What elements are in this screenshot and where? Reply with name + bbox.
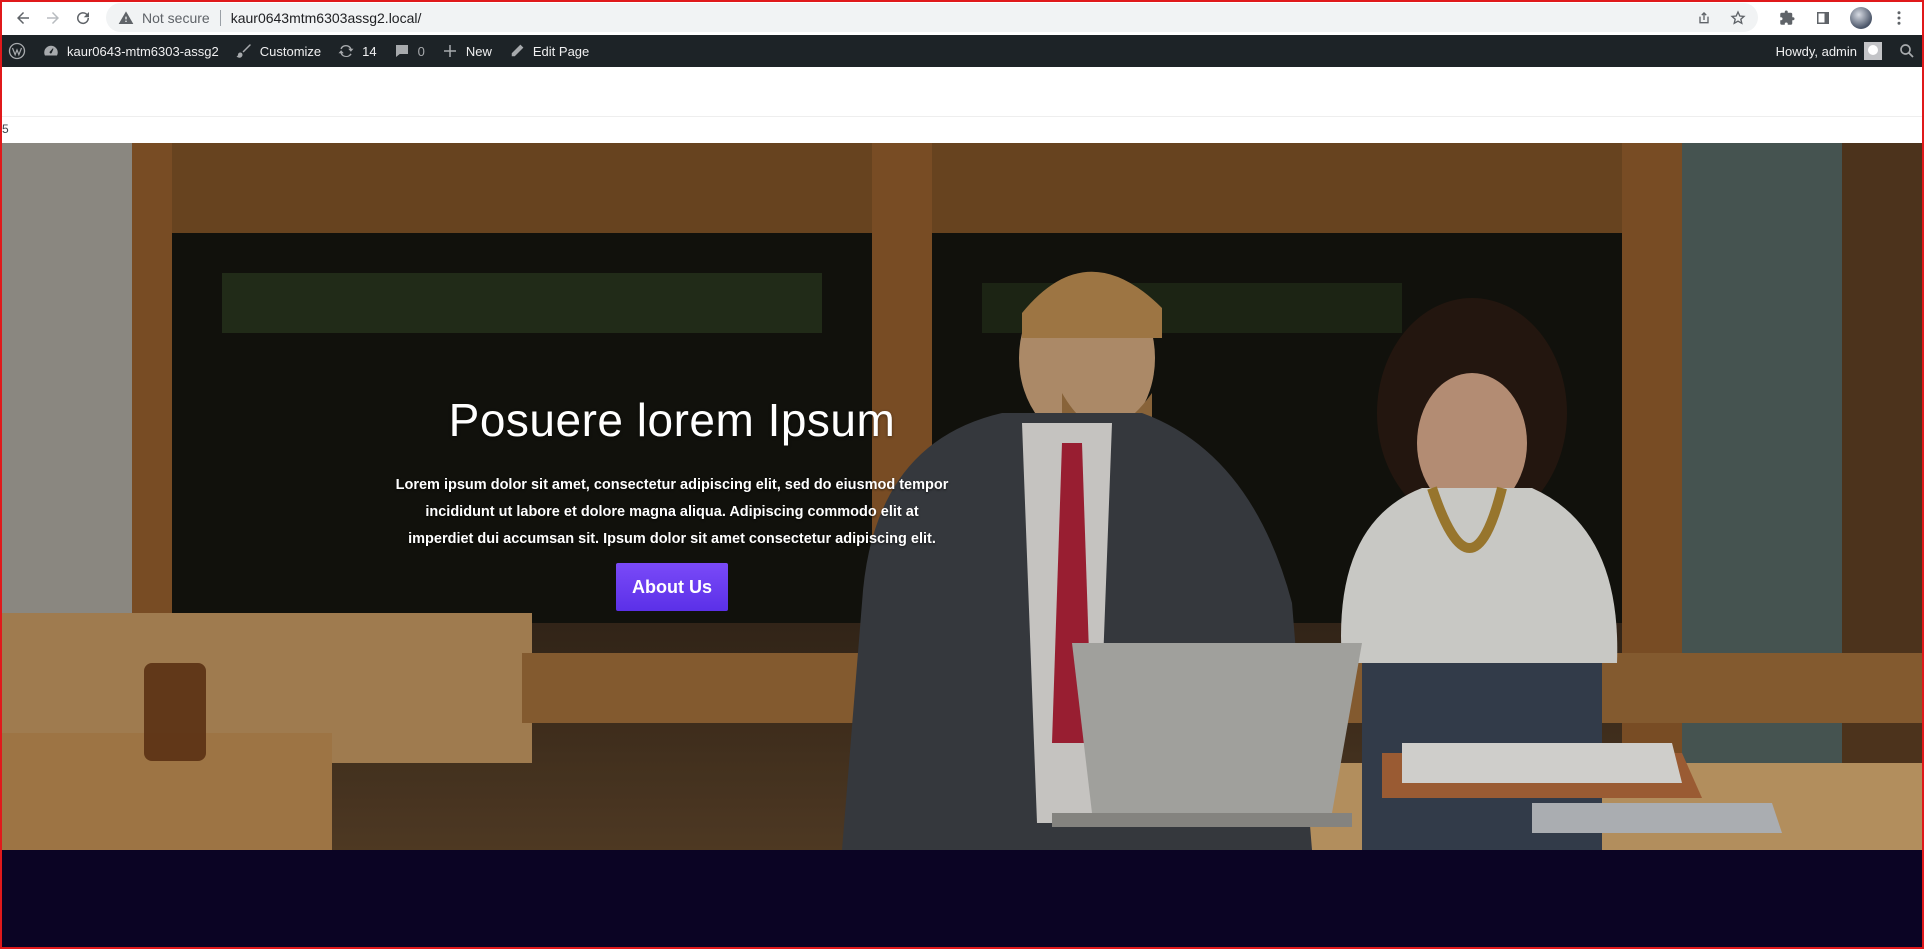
hero-title: Posuere lorem Ipsum [448, 394, 896, 446]
updates-link[interactable]: 14 [329, 35, 384, 67]
back-arrow-icon[interactable] [8, 3, 38, 33]
hero-section: Posuere lorem Ipsum Lorem ipsum dolor si… [2, 143, 1922, 850]
admin-search-icon[interactable] [1890, 35, 1924, 67]
comments-link[interactable]: 0 [385, 35, 433, 67]
plus-icon [441, 42, 459, 60]
comment-bubble-icon [393, 42, 411, 60]
browser-toolbar: Not secure kaur0643mtm6303assg2.local/ [0, 0, 1924, 35]
updates-count: 14 [362, 43, 377, 59]
howdy-label: Howdy, admin [1775, 43, 1857, 59]
pencil-icon [508, 42, 526, 60]
site-header [2, 67, 1922, 117]
share-icon[interactable] [1696, 10, 1712, 26]
edit-page-link[interactable]: Edit Page [500, 35, 597, 67]
dashboard-gauge-icon [42, 42, 60, 60]
comments-count: 0 [417, 43, 425, 59]
wp-admin-bar: kaur0643-mtm6303-assg2 Customize 14 0 Ne… [0, 35, 1924, 67]
hero-overlay [2, 143, 1922, 850]
about-us-button[interactable]: About Us [616, 563, 728, 612]
site-name-menu[interactable]: kaur0643-mtm6303-assg2 [34, 35, 227, 67]
customize-label: Customize [259, 43, 322, 59]
reload-icon[interactable] [68, 3, 98, 33]
new-content-menu[interactable]: New [433, 35, 500, 67]
address-bar[interactable]: Not secure kaur0643mtm6303assg2.local/ [106, 3, 1758, 32]
kebab-menu-icon[interactable] [1890, 9, 1908, 27]
hero-description: Lorem ipsum dolor sit amet, consectetur … [395, 477, 949, 548]
profile-avatar[interactable] [1850, 6, 1872, 29]
forward-arrow-icon[interactable] [38, 3, 68, 33]
omnibox-separator [219, 9, 221, 26]
security-label[interactable]: Not secure [142, 10, 210, 26]
url-text[interactable]: kaur0643mtm6303assg2.local/ [231, 10, 422, 26]
wordpress-logo-icon[interactable] [0, 35, 34, 67]
edit-page-label: Edit Page [532, 43, 590, 59]
side-panel-icon[interactable] [1814, 9, 1832, 27]
warning-icon[interactable] [118, 10, 134, 26]
star-icon[interactable] [1730, 9, 1746, 26]
account-menu[interactable]: Howdy, admin [1768, 35, 1890, 67]
user-avatar [1864, 42, 1882, 60]
extensions-puzzle-icon[interactable] [1778, 9, 1796, 27]
stray-text: 5 [2, 122, 9, 136]
footer-band [2, 850, 1922, 947]
customize-link[interactable]: Customize [227, 35, 329, 67]
hero-content: Posuere lorem Ipsum Lorem ipsum dolor si… [392, 393, 952, 612]
site-name-label: kaur0643-mtm6303-assg2 [67, 43, 219, 59]
updates-refresh-icon [337, 42, 355, 60]
new-label: New [465, 43, 492, 59]
paintbrush-icon [235, 42, 253, 60]
